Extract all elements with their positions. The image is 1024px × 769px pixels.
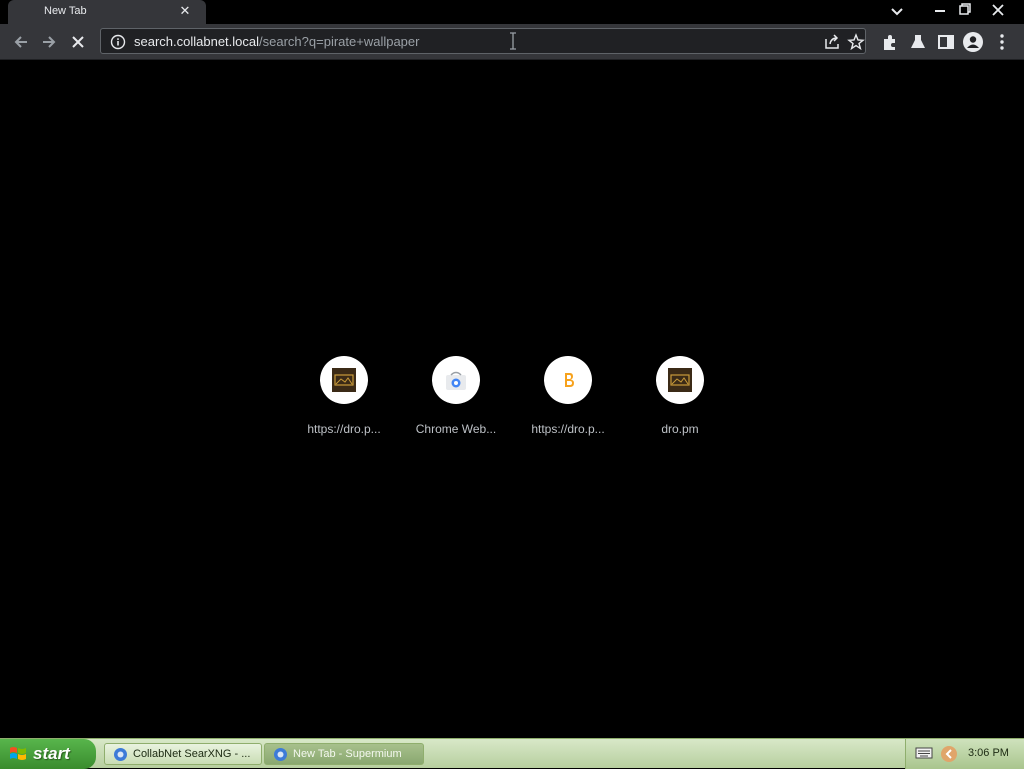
browser-icon (274, 748, 287, 761)
dro-pm-favicon-icon (668, 368, 692, 392)
clock: 3:06 PM (968, 747, 1009, 759)
restore-icon[interactable] (950, 0, 978, 20)
taskbar-item-label: New Tab - Supermium (293, 748, 402, 760)
dro-pm-favicon-icon (332, 368, 356, 392)
url-host: search.collabnet.local (134, 34, 260, 49)
system-tray: 3:06 PM (905, 739, 1024, 769)
tab-strip: New Tab ✕ (0, 0, 1024, 24)
tab-close-icon[interactable]: ✕ (178, 4, 192, 18)
shortcut-icon-circle (320, 356, 368, 404)
shortcut-icon-circle (656, 356, 704, 404)
start-label: start (33, 744, 70, 763)
stop-icon[interactable] (67, 31, 89, 53)
browser-icon (114, 748, 127, 761)
shortcut-label: dro.pm (661, 422, 699, 436)
star-icon[interactable] (847, 33, 865, 51)
forward-icon[interactable] (38, 31, 60, 53)
side-panel-icon[interactable] (935, 31, 957, 53)
url-path: /search?q=pirate+wallpaper (259, 34, 420, 49)
tab-new-tab[interactable]: New Tab ✕ (8, 0, 206, 24)
shortcut-label: https://dro.p... (531, 422, 605, 436)
text-cursor-icon (510, 32, 516, 50)
profile-icon[interactable] (962, 31, 984, 53)
back-icon[interactable] (10, 31, 32, 53)
show-hidden-icons-icon[interactable] (940, 745, 958, 763)
bitcoin-favicon-icon (565, 373, 574, 387)
start-button[interactable]: start (0, 739, 96, 769)
tab-search-chevron-icon[interactable] (888, 4, 906, 20)
address-bar[interactable]: search.collabnet.local/search?q=pirate+w… (100, 28, 866, 54)
chrome-web-store-icon (446, 371, 466, 390)
taskbar-item-searxng[interactable]: CollabNet SearXNG - ... (104, 743, 262, 765)
shortcut-icon-circle (432, 356, 480, 404)
tab-title: New Tab (44, 5, 87, 17)
taskbar: start CollabNet SearXNG - ... New Tab - … (0, 738, 1024, 769)
shortcut-label: https://dro.p... (307, 422, 381, 436)
shortcut-tile[interactable]: https://dro.p... (512, 356, 624, 456)
labs-icon[interactable] (907, 31, 929, 53)
new-tab-favicon (22, 6, 36, 18)
new-tab-page: https://dro.p... Chrome Web... https://d… (0, 60, 1024, 738)
shortcut-icon-circle (544, 356, 592, 404)
window-close-icon[interactable] (984, 0, 1012, 20)
address-url[interactable]: search.collabnet.local/search?q=pirate+w… (134, 34, 419, 49)
shortcut-label: Chrome Web... (415, 422, 497, 436)
info-icon[interactable] (110, 34, 126, 50)
windows-flag-icon (10, 747, 26, 760)
keyboard-icon[interactable] (915, 746, 933, 760)
shortcut-tile[interactable]: dro.pm (624, 356, 736, 456)
taskbar-item-label: CollabNet SearXNG - ... (133, 748, 251, 760)
shortcut-tile[interactable]: https://dro.p... (288, 356, 400, 456)
taskbar-item-new-tab[interactable]: New Tab - Supermium (264, 743, 424, 765)
extensions-icon[interactable] (879, 31, 901, 53)
shortcut-tile[interactable]: Chrome Web... (400, 356, 512, 456)
share-icon[interactable] (823, 33, 841, 51)
menu-icon[interactable] (991, 31, 1013, 53)
